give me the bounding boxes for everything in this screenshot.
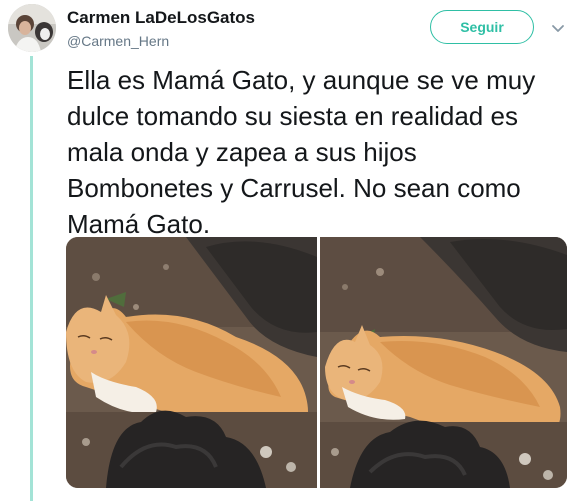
avatar-photo bbox=[8, 4, 56, 52]
user-handle[interactable]: @Carmen_Hern bbox=[67, 33, 169, 49]
follow-button[interactable]: Seguir bbox=[430, 10, 534, 44]
chevron-down-icon[interactable] bbox=[550, 20, 566, 36]
avatar[interactable] bbox=[8, 4, 56, 52]
tweet-photo-2[interactable] bbox=[320, 237, 567, 488]
tweet-photo-1[interactable] bbox=[66, 237, 317, 488]
display-name[interactable]: Carmen LaDeLosGatos bbox=[67, 8, 255, 28]
tweet-text: Ella es Mamá Gato, y aunque se ve muy du… bbox=[67, 65, 536, 239]
thread-line bbox=[30, 56, 33, 501]
